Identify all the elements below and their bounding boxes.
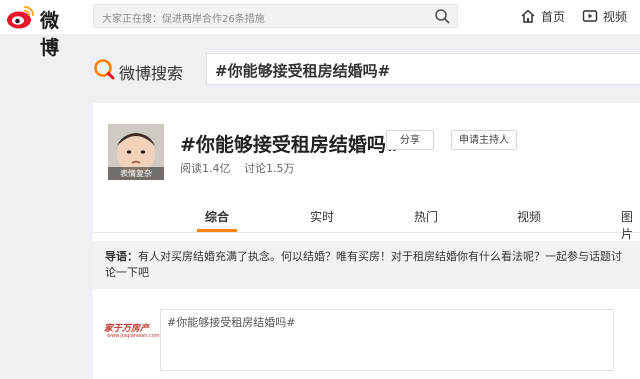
avatar-caption: 表情复杂 [108, 167, 164, 180]
nav-home[interactable]: 首页 [520, 6, 565, 26]
tab-pictures[interactable]: 图片 [621, 208, 640, 242]
video-icon [582, 10, 598, 22]
search-placeholder: 大家正在搜：促进两岸合作26条措施 [102, 14, 265, 25]
nav-home-label: 首页 [541, 9, 566, 24]
apply-host-button[interactable]: 申请主持人 [451, 130, 517, 150]
home-icon [521, 9, 535, 23]
global-search-input[interactable]: 大家正在搜：促进两岸合作26条措施 [93, 4, 458, 28]
topic-title: #你能够接受租房结婚吗# [180, 134, 402, 156]
topic-stats: 阅读1.4亿 讨论1.5万 [180, 160, 305, 176]
tab-comprehensive[interactable]: 综合 [205, 208, 229, 225]
guide-label: 导语： [105, 250, 138, 263]
weibo-search-query: #你能够接受租房结婚吗# [215, 62, 391, 80]
nav-video-label: 视频 [603, 9, 628, 24]
guide-text: 导语：有人对买房结婚充满了执念。何以结婚？唯有买房！对于租房结婚你有什么看法呢？… [105, 249, 625, 281]
tab-video[interactable]: 视频 [517, 208, 541, 225]
active-tab-indicator [197, 229, 237, 232]
topic-guide: 导语：有人对买房结婚充满了执念。何以结婚？唯有买房！对于租房结婚你有什么看法呢？… [93, 241, 640, 289]
search-icon[interactable] [434, 8, 450, 24]
tab-hot[interactable]: 热门 [414, 208, 438, 225]
top-navigation-bar: 微博 大家正在搜：促进两岸合作26条措施 首页 视频 [0, 0, 640, 59]
brand-logo-url: www.jiaqianwan.com [107, 333, 160, 339]
nav-video[interactable]: 视频 [582, 6, 627, 26]
topic-card: 表情复杂 #你能够接受租房结婚吗# 分享 申请主持人 阅读1.4亿 讨论1.5万… [93, 103, 640, 379]
read-count: 阅读1.4亿 [180, 162, 231, 175]
guide-body: 有人对买房结婚充满了执念。何以结婚？唯有买房！对于租房结婚你有什么看法呢？一起参… [105, 250, 622, 279]
weibo-eye-icon [7, 6, 34, 29]
weibo-search-input[interactable]: #你能够接受租房结婚吗# [206, 53, 640, 85]
tab-bar: 综合 实时 热门 视频 图片 [93, 200, 640, 241]
logo-text: 微博 [40, 10, 61, 59]
weibo-search-logo-icon [94, 59, 115, 80]
composer-text: #你能够接受租房结婚吗# [167, 316, 296, 329]
topic-avatar: 表情复杂 [108, 124, 164, 180]
discussion-count: 讨论1.5万 [244, 162, 295, 175]
post-composer-textarea[interactable]: #你能够接受租房结婚吗# [160, 309, 614, 371]
share-button[interactable]: 分享 [386, 130, 434, 150]
tab-realtime[interactable]: 实时 [310, 208, 334, 225]
weibo-search-label: 微博搜索 [119, 64, 184, 83]
weibo-logo[interactable]: 微博 [6, 3, 78, 59]
